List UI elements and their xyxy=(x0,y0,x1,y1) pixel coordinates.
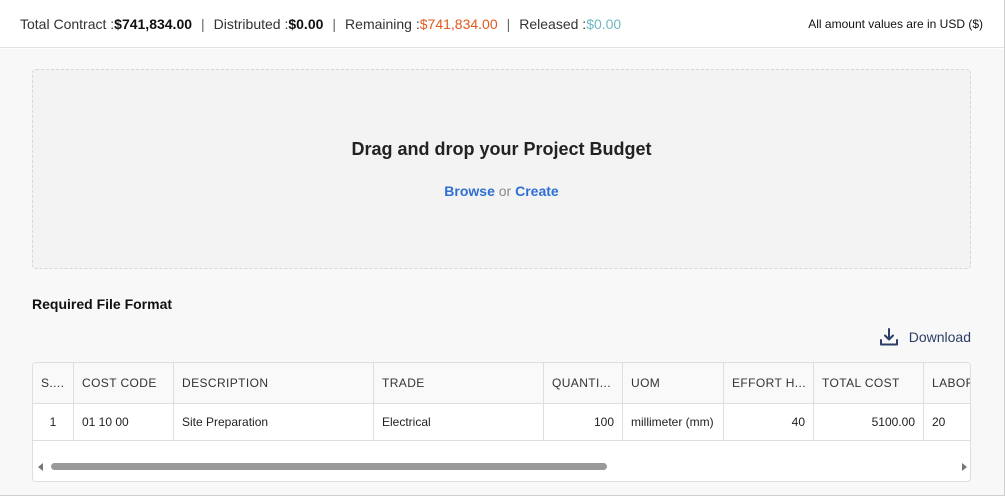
column-header[interactable]: UOM xyxy=(623,363,724,403)
column-header[interactable]: DESCRIPTION xyxy=(174,363,374,403)
separator: | xyxy=(332,15,337,32)
download-label: Download xyxy=(908,329,971,345)
budget-summary-bar: Total Contract : $741,834.00 | Distribut… xyxy=(0,0,1004,48)
scroll-left-icon[interactable] xyxy=(38,463,43,471)
distributed-label: Distributed : xyxy=(213,15,289,32)
remaining-value: $741,834.00 xyxy=(419,15,498,32)
budget-drop-zone[interactable]: Drag and drop your Project Budget Browse… xyxy=(32,69,971,269)
total-contract-value: $741,834.00 xyxy=(114,15,193,32)
download-icon xyxy=(879,328,898,346)
separator: | xyxy=(506,15,511,32)
file-format-table: S.... COST CODE DESCRIPTION TRADE QUANTI… xyxy=(32,362,971,482)
released-label: Released : xyxy=(519,15,587,32)
distributed-value: $0.00 xyxy=(288,15,324,32)
table-cell: Electrical xyxy=(374,404,544,440)
column-header[interactable]: S.... xyxy=(33,363,74,403)
column-header[interactable]: EFFORT H... xyxy=(724,363,814,403)
column-header[interactable]: COST CODE xyxy=(74,363,174,403)
table-cell: 20 xyxy=(932,415,946,429)
table-cell: 100 xyxy=(544,404,623,440)
separator: | xyxy=(201,15,205,32)
drop-zone-actions: Browse or Create xyxy=(33,183,970,199)
create-link[interactable]: Create xyxy=(515,183,559,199)
or-text: or xyxy=(498,183,512,199)
table-cell: 01 10 00 xyxy=(74,404,174,440)
table-cell: 5100.00 xyxy=(814,404,924,440)
table-row: 1 01 10 00 Site Preparation Electrical 1… xyxy=(33,404,970,441)
table-header-row: S.... COST CODE DESCRIPTION TRADE QUANTI… xyxy=(33,363,970,404)
column-header[interactable]: TRADE xyxy=(374,363,544,403)
column-header[interactable]: TOTAL COST xyxy=(814,363,924,403)
scroll-right-icon[interactable] xyxy=(962,463,967,471)
column-header[interactable]: LABOR xyxy=(924,363,970,403)
drop-zone-title: Drag and drop your Project Budget xyxy=(351,139,652,159)
table-cell: 1 xyxy=(33,404,74,440)
budget-upload-panel: Drag and drop your Project Budget Browse… xyxy=(0,49,1004,495)
required-file-format-title: Required File Format xyxy=(32,296,173,312)
download-button[interactable]: Download xyxy=(879,327,971,347)
remaining-label: Remaining : xyxy=(345,15,420,32)
browse-link[interactable]: Browse xyxy=(444,183,495,199)
total-contract-label: Total Contract : xyxy=(20,15,115,32)
table-cell: millimeter (mm) xyxy=(623,404,724,440)
table-cell: 40 xyxy=(724,404,814,440)
app-frame: Total Contract : $741,834.00 | Distribut… xyxy=(0,0,1005,496)
currency-note: All amount values are in USD ($) xyxy=(808,17,983,31)
column-header[interactable]: QUANTI... xyxy=(544,363,623,403)
scrollbar-thumb[interactable] xyxy=(51,463,607,470)
table-cell: Site Preparation xyxy=(174,404,374,440)
released-value: $0.00 xyxy=(586,15,622,32)
horizontal-scrollbar[interactable] xyxy=(33,460,970,474)
